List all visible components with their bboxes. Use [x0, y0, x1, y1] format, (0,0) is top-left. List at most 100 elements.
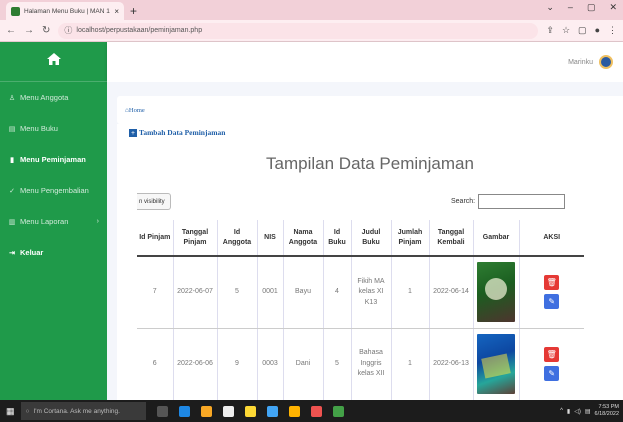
- page-title: Tampilan Data Peminjaman: [266, 154, 474, 173]
- store-icon[interactable]: [222, 405, 234, 417]
- cortana-search[interactable]: ○ I'm Cortana. Ask me anything.: [20, 402, 146, 420]
- menu-icon[interactable]: ⋮: [608, 25, 617, 36]
- cell-id-pinjam: 6: [137, 328, 174, 400]
- column-visibility-button[interactable]: n visibility: [137, 193, 171, 210]
- share-icon[interactable]: ⇪: [546, 25, 554, 36]
- sidebar-item-buku[interactable]: ▤ Menu Buku: [0, 113, 107, 144]
- browser-tab[interactable]: Halaman Menu Buku | MAN 1 Ci ×: [6, 2, 124, 20]
- breadcrumb-home-link[interactable]: Home: [129, 107, 145, 114]
- delete-button[interactable]: 🗑: [544, 275, 560, 291]
- trash-icon: 🗑: [546, 277, 557, 287]
- chrome-icon[interactable]: [332, 405, 344, 417]
- back-icon[interactable]: ←: [6, 25, 16, 36]
- system-tray: ^ ▮ ◁) ▤ 7:53 PM 6/18/2022: [560, 404, 623, 417]
- chevron-right-icon: ›: [96, 218, 99, 225]
- sidebar-item-label: Menu Buku: [20, 124, 58, 133]
- edit-icon: ✎: [548, 296, 556, 306]
- sidebar-item-pengembalian[interactable]: ✓ Menu Pengembalian: [0, 175, 107, 206]
- clock-date: 6/18/2022: [594, 411, 619, 417]
- edit-button[interactable]: ✎: [544, 294, 560, 310]
- profile-icon[interactable]: ●: [595, 25, 600, 36]
- column-header[interactable]: Jumlah Pinjam: [391, 220, 430, 257]
- column-header[interactable]: Tanggal Pinjam: [173, 220, 218, 257]
- sidepanel-icon[interactable]: ▢: [578, 25, 587, 36]
- search-input[interactable]: [478, 194, 566, 209]
- app-icon[interactable]: [288, 405, 300, 417]
- edge-icon[interactable]: [178, 405, 190, 417]
- cell-aksi: 🗑 ✎: [519, 256, 584, 329]
- app-icon[interactable]: [244, 405, 256, 417]
- forward-icon[interactable]: →: [24, 25, 34, 36]
- cell-nama-anggota: Dani: [283, 328, 324, 400]
- document-icon: ▮: [10, 156, 14, 164]
- sidebar-item-peminjaman[interactable]: ▮ Menu Peminjaman: [0, 144, 107, 175]
- maximize-button[interactable]: ▢: [587, 2, 596, 13]
- column-header[interactable]: Tanggal Kembali: [429, 220, 474, 257]
- column-header[interactable]: Id Anggota: [217, 220, 258, 257]
- book-cover-inggris: [477, 334, 515, 394]
- keyboard-icon[interactable]: ▤: [585, 408, 591, 415]
- clock[interactable]: 7:53 PM 6/18/2022: [595, 404, 619, 417]
- cortana-placeholder: I'm Cortana. Ask me anything.: [33, 407, 120, 415]
- add-peminjaman-link[interactable]: + Tambah Data Peminjaman: [129, 128, 225, 137]
- tab-title: Halaman Menu Buku | MAN 1 Ci: [24, 7, 111, 15]
- column-header[interactable]: Nama Anggota: [283, 220, 324, 257]
- tray-arrow-icon[interactable]: ^: [560, 408, 563, 414]
- tab-search-icon[interactable]: ⌄: [546, 2, 554, 13]
- sidebar-item-laporan[interactable]: ▥ Menu Laporan ›: [0, 206, 107, 237]
- bookmark-star-icon[interactable]: ☆: [562, 25, 570, 36]
- cell-id-pinjam: 7: [137, 256, 174, 329]
- home-icon[interactable]: [46, 52, 62, 71]
- volume-icon[interactable]: ◁): [574, 408, 581, 415]
- cell-gambar: [473, 256, 520, 329]
- edit-button[interactable]: ✎: [544, 366, 560, 381]
- cortana-circle-icon: ○: [25, 407, 30, 415]
- sidebar-brand[interactable]: [0, 42, 107, 82]
- window-controls: ⌄ – ▢ ✕: [546, 2, 617, 13]
- clock-time: 7:53 PM: [598, 404, 619, 411]
- column-header[interactable]: Id Buku: [323, 220, 352, 257]
- cell-nis: 0003: [257, 328, 284, 400]
- info-icon[interactable]: ⓘ: [64, 25, 72, 36]
- cell-gambar: [473, 328, 520, 400]
- close-tab-icon[interactable]: ×: [114, 7, 119, 16]
- table-header-row: Id Pinjam Tanggal Pinjam Id Anggota NIS …: [137, 220, 584, 257]
- sidebar-item-label: Keluar: [20, 248, 44, 257]
- sidebar-item-label: Menu Laporan: [20, 217, 69, 226]
- sidebar-item-keluar[interactable]: ⇥ Keluar: [0, 237, 107, 268]
- peminjaman-table: Id Pinjam Tanggal Pinjam Id Anggota NIS …: [137, 220, 584, 400]
- column-header[interactable]: Gambar: [473, 220, 520, 257]
- windows-start-icon[interactable]: ▦: [6, 406, 15, 417]
- plus-icon: +: [129, 129, 137, 137]
- browser-toolbar: ⇪ ☆ ▢ ● ⋮: [546, 25, 617, 36]
- column-header[interactable]: Judul Buku: [351, 220, 392, 257]
- cell-id-anggota: 9: [217, 328, 258, 400]
- delete-button[interactable]: 🗑: [544, 347, 560, 362]
- network-icon[interactable]: ▮: [567, 408, 570, 415]
- task-view-icon[interactable]: [156, 405, 168, 417]
- file-explorer-icon[interactable]: [200, 405, 212, 417]
- reload-icon[interactable]: ↻: [42, 25, 50, 36]
- cell-judul-buku: Bahasa Inggris kelas XII: [351, 328, 392, 400]
- cell-tanggal-kembali: 2022-06-14: [429, 256, 474, 329]
- column-header[interactable]: NIS: [257, 220, 284, 257]
- username[interactable]: Marinku: [568, 59, 593, 66]
- sidebar-item-anggota[interactable]: ♙ Menu Anggota: [0, 82, 107, 113]
- sidebar-item-label: Menu Pengembalian: [20, 186, 89, 195]
- avatar[interactable]: [599, 55, 613, 69]
- minimize-button[interactable]: –: [568, 2, 573, 13]
- app-icon[interactable]: [310, 405, 322, 417]
- favicon-icon: [11, 6, 20, 16]
- check-icon: ✓: [9, 187, 15, 195]
- new-tab-button[interactable]: +: [130, 4, 137, 18]
- close-window-button[interactable]: ✕: [609, 2, 617, 13]
- cell-tanggal-kembali: 2022-06-13: [429, 328, 474, 400]
- user-icon: ♙: [8, 94, 16, 102]
- url-field[interactable]: ⓘ localhost/perpustakaan/peminjaman.php: [58, 22, 539, 39]
- sidebar: ♙ Menu Anggota ▤ Menu Buku ▮ Menu Peminj…: [0, 42, 107, 400]
- app-icon[interactable]: [266, 405, 278, 417]
- column-header[interactable]: AKSI: [519, 220, 584, 257]
- column-header[interactable]: Id Pinjam: [137, 220, 174, 257]
- table-row: 6 2022-06-06 9 0003 Dani 5 Bahasa Inggri…: [137, 328, 584, 400]
- browser-tab-strip: Halaman Menu Buku | MAN 1 Ci × + ⌄ – ▢ ✕: [0, 0, 623, 20]
